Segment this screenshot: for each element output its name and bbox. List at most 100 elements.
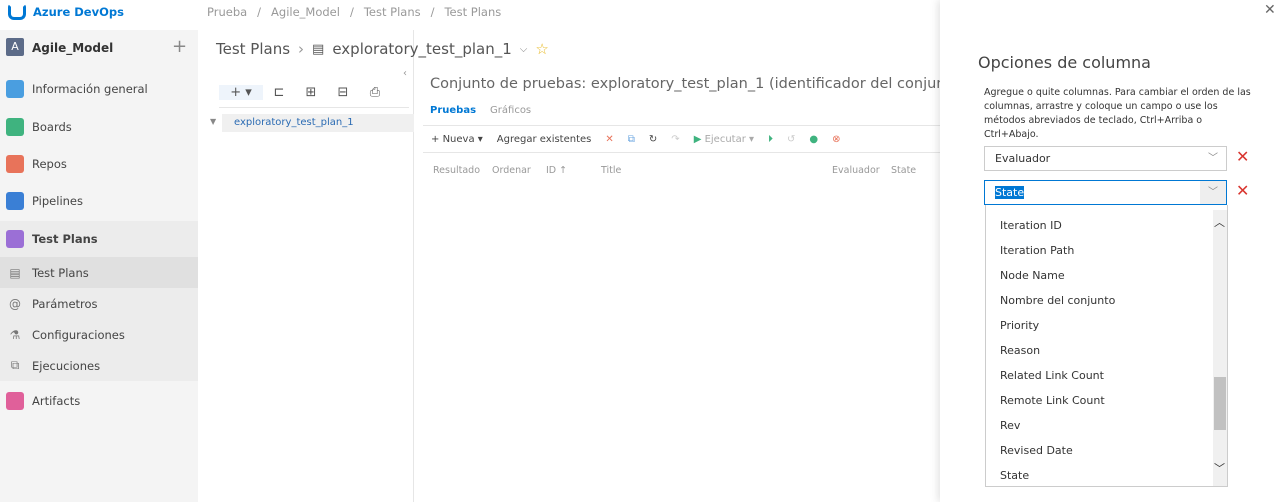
run-button[interactable]: ▶ Ejecutar ▾	[694, 134, 754, 145]
test-plan-icon: ▤	[312, 41, 325, 57]
chevron-down-icon[interactable]: ﹀	[1200, 181, 1226, 204]
field-value: Evaluador	[995, 152, 1051, 165]
play-icon: ▶	[693, 133, 702, 145]
subitem-icon: @	[9, 296, 21, 311]
suite-title: Conjunto de pruebas: exploratory_test_pl…	[430, 76, 1003, 92]
chevron-right-icon: ›	[298, 40, 305, 58]
dropdown-option[interactable]: Remote Link Count	[986, 388, 1227, 413]
run-label: Ejecutar	[704, 133, 746, 145]
fail-icon[interactable]: ⊗	[832, 134, 840, 145]
breadcrumb: Prueba / Agile_Model / Test Plans / Test…	[207, 5, 501, 19]
breadcrumb-item[interactable]: Test Plans	[364, 5, 421, 19]
column-header[interactable]: State	[891, 165, 916, 176]
sidebar-item-label: Parámetros	[32, 296, 98, 311]
collapse-all-icon[interactable]: ⊟	[327, 85, 359, 100]
sidebar-item-label: Ejecuciones	[32, 358, 101, 373]
project-name[interactable]: Agile_Model	[32, 41, 113, 55]
repos-icon	[6, 155, 24, 173]
tab-pruebas[interactable]: Pruebas	[430, 105, 476, 116]
pipelines-icon	[6, 192, 24, 210]
dropdown-option[interactable]: Reason	[986, 338, 1227, 363]
panel-description: Agregue o quite columnas. Para cambiar e…	[984, 87, 1251, 140]
overview-icon	[6, 80, 24, 98]
breadcrumb-item[interactable]: Prueba	[207, 5, 247, 19]
sidebar-item-label: Test Plans	[32, 232, 98, 246]
field-dropdown-list: Iteration ID Iteration Path Node Name Nombr…	[985, 205, 1228, 487]
sidebar-item-label: Repos	[32, 157, 67, 171]
tabs: Pruebas Gráficos	[430, 105, 531, 116]
plan-name[interactable]: exploratory_test_plan_1	[332, 40, 511, 58]
field-value: State	[995, 186, 1025, 199]
dropdown-option[interactable]: Node Name	[986, 263, 1227, 288]
remove-column-icon[interactable]: ✕	[1236, 181, 1249, 200]
column-header[interactable]: Title	[601, 165, 621, 176]
add-suite-button[interactable]: + ▾	[219, 85, 263, 100]
column-header[interactable]: Ordenar	[492, 165, 531, 176]
sidebar-item-label: Artifacts	[32, 394, 81, 408]
dropdown-option[interactable]: Rev	[986, 413, 1227, 438]
resume-icon[interactable]: ⏵	[768, 134, 773, 145]
brand-name[interactable]: Azure DevOps	[33, 5, 124, 19]
breadcrumb-separator: /	[430, 5, 435, 19]
dropdown-option[interactable]: Nombre del conjunto	[986, 288, 1227, 313]
scroll-down-icon[interactable]: ﹀	[1214, 460, 1225, 476]
sidebar-item[interactable]: Repos	[0, 146, 198, 182]
add-existing-button[interactable]: Agregar existentes	[497, 134, 592, 145]
sidebar-subitem[interactable]: ▤ Test Plans	[0, 257, 198, 288]
dropdown-option[interactable]: Iteration Path	[986, 238, 1227, 263]
test-plans-icon	[6, 230, 24, 248]
refresh-icon[interactable]: ↻	[649, 134, 657, 145]
dropdown-option[interactable]: Revised Date	[986, 438, 1227, 463]
sidebar-subitem[interactable]: ⧉ Ejecuciones	[0, 350, 198, 381]
artifacts-icon	[6, 392, 24, 410]
add-icon[interactable]: +	[172, 36, 187, 57]
column-header[interactable]: ID ↑	[546, 165, 567, 176]
print-icon[interactable]: ⎙	[359, 85, 391, 100]
dropdown-option[interactable]: Priority	[986, 313, 1227, 338]
sidebar-item-label: Test Plans	[32, 265, 89, 280]
dropdown-option[interactable]: Related Link Count	[986, 363, 1227, 388]
column-header[interactable]: Resultado	[433, 165, 480, 176]
chevron-down-icon[interactable]: ﹀	[1200, 147, 1226, 170]
remove-column-icon[interactable]: ✕	[1236, 147, 1249, 166]
hierarchy-icon[interactable]: ⊏	[263, 85, 295, 100]
dropdown-option[interactable]: Iteration ID	[986, 213, 1227, 238]
redo-icon: ↷	[671, 133, 680, 145]
sidebar-item[interactable]: Información general	[0, 71, 198, 107]
expand-all-icon[interactable]: ⊞	[295, 85, 327, 100]
chevron-down-icon[interactable]: ⌵	[520, 44, 528, 55]
breadcrumb-item[interactable]: Agile_Model	[271, 5, 340, 19]
new-label: Nueva	[442, 133, 475, 145]
tree-node[interactable]: exploratory_test_plan_1	[222, 114, 414, 132]
column-field-select-active[interactable]: State ﹀	[984, 180, 1227, 205]
scrollbar-thumb[interactable]	[1214, 377, 1226, 430]
delete-icon[interactable]: ✕	[605, 134, 613, 145]
tree-expand-icon[interactable]: ▼	[210, 117, 216, 126]
tree-toolbar: + ▾ ⊏ ⊞ ⊟ ⎙	[219, 78, 409, 108]
section-link[interactable]: Test Plans	[216, 40, 290, 58]
column-field-select[interactable]: Evaluador ﹀	[984, 146, 1227, 171]
breadcrumb-item[interactable]: Test Plans	[444, 5, 501, 19]
scroll-up-icon[interactable]: ︿	[1214, 214, 1225, 230]
sidebar-subitem[interactable]: @ Parámetros	[0, 288, 198, 319]
subitem-icon: ▤	[9, 265, 21, 280]
assign-icon[interactable]: ⧉	[628, 134, 635, 145]
sidebar-item[interactable]: Test Plans	[0, 221, 198, 257]
dropdown-scrollbar[interactable]	[1213, 210, 1227, 486]
tests-toolbar: + Nueva ▾ Agregar existentes ✕ ⧉ ↻ ↷ ▶ E…	[423, 125, 940, 153]
sidebar-item-label: Boards	[32, 120, 72, 134]
sidebar-item[interactable]: Pipelines	[0, 183, 198, 219]
azure-devops-logo-icon[interactable]	[8, 4, 26, 20]
tab-graficos[interactable]: Gráficos	[490, 105, 531, 116]
sidebar-item-label: Pipelines	[32, 194, 83, 208]
column-header[interactable]: Evaluador	[832, 165, 880, 176]
close-icon[interactable]: ✕	[1264, 2, 1276, 18]
sidebar-item-artifacts[interactable]: Artifacts	[0, 383, 198, 419]
sidebar-item[interactable]: Boards	[0, 109, 198, 145]
pass-icon[interactable]: ●	[809, 134, 818, 145]
favorite-star-icon[interactable]: ☆	[535, 40, 548, 58]
new-button[interactable]: + Nueva ▾	[431, 134, 483, 145]
sidebar-subitem[interactable]: ⚗ Configuraciones	[0, 319, 198, 350]
dropdown-option[interactable]: State	[986, 463, 1227, 486]
boards-icon	[6, 118, 24, 136]
